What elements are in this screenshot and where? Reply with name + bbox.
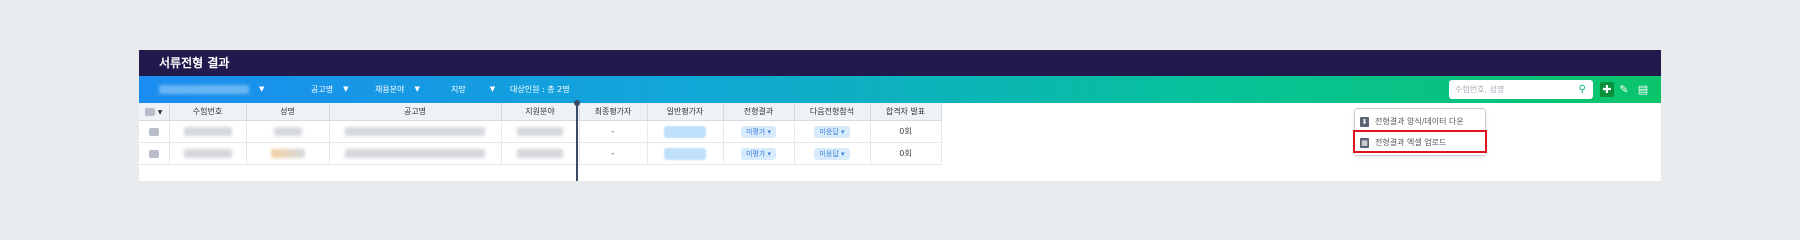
- chevron-down-icon: ▼: [489, 85, 496, 93]
- result-label: 미평가: [745, 127, 766, 136]
- column-divider[interactable]: [576, 103, 578, 181]
- highlight-box: [1353, 130, 1487, 153]
- col-header[interactable]: 수험번호: [169, 103, 247, 121]
- filter-label: 공고명: [311, 85, 334, 94]
- search-icon[interactable]: ⚲: [1579, 80, 1586, 99]
- target-count: 대상인원 : 총 2명: [510, 85, 570, 94]
- filter-label: 지망: [451, 85, 466, 94]
- col-header[interactable]: 합격자 발표: [870, 103, 942, 121]
- blurred-selection: [159, 85, 249, 94]
- edit-icon[interactable]: ✎: [1617, 82, 1631, 97]
- blurred-field: [501, 142, 580, 165]
- chevron-down-icon: ▼: [414, 85, 420, 93]
- general-evaluator: [647, 120, 724, 143]
- result-dropdown[interactable]: 미평가 ▾: [723, 120, 795, 143]
- blurred-field: [501, 120, 580, 143]
- col-header[interactable]: 일반평가자: [647, 103, 724, 121]
- col-header[interactable]: 공고명: [329, 103, 502, 121]
- download-icon: ⬇: [1360, 116, 1369, 127]
- col-header[interactable]: 전형결과: [723, 103, 795, 121]
- result-label: 미평가: [745, 149, 766, 158]
- col-header[interactable]: 다음전형참석: [794, 103, 871, 121]
- clipboard-icon[interactable]: ▤: [1636, 82, 1650, 97]
- blurred-name: [246, 120, 330, 143]
- chevron-down-icon: ▼: [259, 85, 265, 93]
- filter-toolbar: ▼ 공고명 ▼ 채용분야 ▼ 지망 ▼ 대상인원 : 총 2명 수험번호, 성명…: [139, 76, 1661, 103]
- search-input[interactable]: 수험번호, 성명 ⚲: [1449, 80, 1593, 99]
- blurred-name: [246, 142, 330, 165]
- announce-count: 0회: [870, 120, 942, 143]
- next-stage-label: 미응답: [819, 127, 839, 136]
- table-row[interactable]: - 미평가 ▾ 미응답 ▾ 0회: [139, 142, 942, 165]
- blurred-exam-number: [169, 120, 247, 143]
- select-all-checkbox[interactable]: ▼: [139, 103, 170, 121]
- row-checkbox[interactable]: [139, 142, 170, 165]
- col-header[interactable]: 성명: [246, 103, 330, 121]
- menu-item-label: 전형결과 양식/데이터 다운: [1375, 117, 1464, 126]
- filter-posting[interactable]: 공고명 ▼: [311, 76, 348, 103]
- col-header[interactable]: 최종평가자: [579, 103, 648, 121]
- page-title: 서류전형 결과: [139, 50, 1661, 76]
- next-stage-dropdown[interactable]: 미응답 ▾: [794, 142, 871, 165]
- result-dropdown[interactable]: 미평가 ▾: [723, 142, 795, 165]
- chevron-down-icon: ▼: [343, 85, 349, 93]
- table-header-row: ▼ 수험번호 성명 공고명 지원분야 최종평가자 일반평가자 전형결과 다음전형…: [139, 103, 942, 121]
- results-table: ▼ 수험번호 성명 공고명 지원분야 최종평가자 일반평가자 전형결과 다음전형…: [139, 103, 942, 165]
- table-row[interactable]: - 미평가 ▾ 미응답 ▾ 0회: [139, 120, 942, 143]
- search-placeholder: 수험번호, 성명: [1455, 85, 1505, 94]
- row-checkbox[interactable]: [139, 120, 170, 143]
- menu-item-download-template[interactable]: ⬇ 전형결과 양식/데이터 다운: [1360, 112, 1464, 131]
- blurred-posting: [329, 120, 502, 143]
- exam-select[interactable]: ▼: [159, 76, 264, 103]
- filter-label: 채용분야: [375, 85, 405, 94]
- filter-preference[interactable]: 지망 ▼: [451, 76, 495, 103]
- blurred-exam-number: [169, 142, 247, 165]
- final-evaluator: -: [579, 120, 648, 143]
- add-document-icon[interactable]: ✚: [1600, 82, 1614, 97]
- announce-count: 0회: [870, 142, 942, 165]
- col-header[interactable]: 지원분야: [501, 103, 580, 121]
- blurred-posting: [329, 142, 502, 165]
- next-stage-label: 미응답: [819, 149, 839, 158]
- filter-field[interactable]: 채용분야 ▼: [375, 76, 420, 103]
- general-evaluator: [647, 142, 724, 165]
- final-evaluator: -: [579, 142, 648, 165]
- next-stage-dropdown[interactable]: 미응답 ▾: [794, 120, 871, 143]
